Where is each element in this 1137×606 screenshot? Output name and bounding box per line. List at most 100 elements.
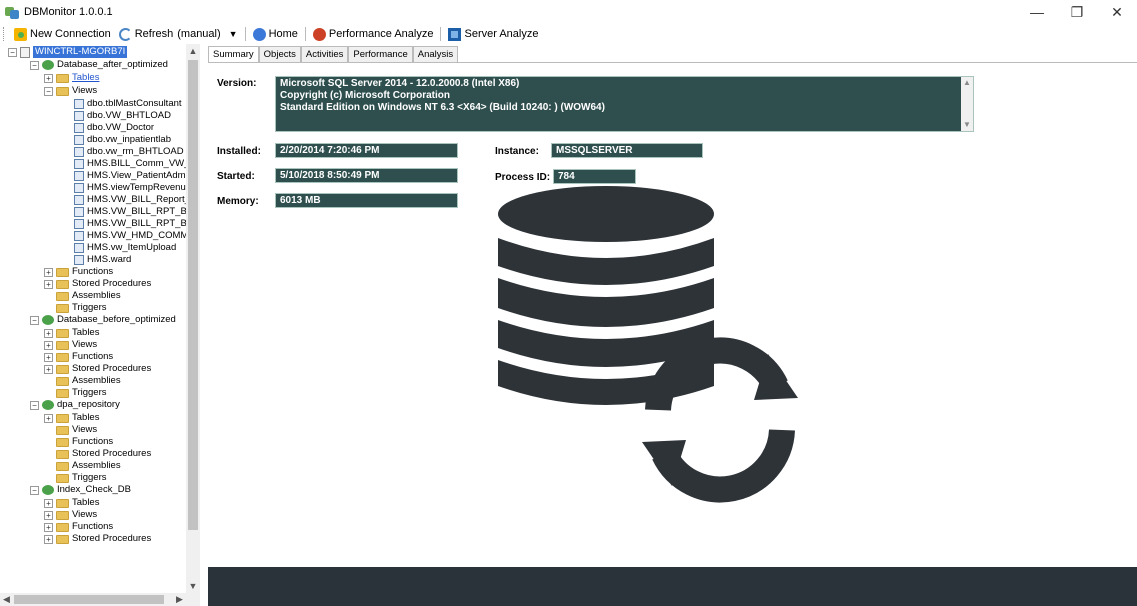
- collapse-icon[interactable]: −: [30, 60, 39, 70]
- tree-node-folder[interactable]: Triggers: [44, 302, 107, 314]
- expand-icon[interactable]: +: [44, 498, 53, 508]
- tree-node-folder[interactable]: + Stored Procedures: [44, 363, 151, 375]
- tree-node-view[interactable]: dbo.vw_rm_BHTLOAD: [74, 146, 184, 158]
- tree-node-folder[interactable]: Assemblies: [44, 290, 121, 302]
- tree-node-folder[interactable]: + Tables: [44, 497, 99, 509]
- server-analyze-button[interactable]: Server Analyze: [444, 25, 542, 43]
- scroll-up-icon[interactable]: ▲: [961, 77, 973, 89]
- tree-node-database[interactable]: − Database_after_optimized: [30, 59, 168, 71]
- expand-icon[interactable]: +: [44, 279, 53, 289]
- tree-node-folder[interactable]: + Tables: [44, 327, 99, 339]
- tree-node-folder[interactable]: + Stored Procedures: [44, 278, 151, 290]
- scroll-right-icon[interactable]: ▶: [173, 593, 186, 606]
- tree-node-view[interactable]: HMS.VW_HMD_COMM: [74, 230, 188, 242]
- expand-icon[interactable]: +: [44, 364, 53, 374]
- version-field[interactable]: Microsoft SQL Server 2014 - 12.0.2000.8 …: [275, 76, 974, 132]
- tree-node-view[interactable]: dbo.vw_inpatientlab: [74, 134, 171, 146]
- home-button[interactable]: Home: [249, 25, 302, 43]
- new-connection-button[interactable]: New Connection: [10, 25, 115, 43]
- tree-node-view[interactable]: HMS.View_PatientAdmis: [74, 170, 192, 182]
- tree-node-view[interactable]: HMS.VW_BILL_Report_: [74, 194, 190, 206]
- scroll-thumb[interactable]: [14, 595, 164, 604]
- tree-node-folder[interactable]: Triggers: [44, 387, 107, 399]
- tree-node-view[interactable]: HMS.vw_ItemUpload: [74, 242, 176, 254]
- tree-node-folder[interactable]: + Views: [44, 339, 97, 351]
- process-id-field[interactable]: 784: [553, 169, 636, 184]
- version-scrollbar[interactable]: ▲ ▼: [961, 77, 973, 131]
- collapse-icon[interactable]: −: [30, 400, 39, 410]
- refresh-button[interactable]: Refresh (manual): [115, 25, 225, 43]
- installed-field[interactable]: 2/20/2014 7:20:46 PM: [275, 143, 458, 158]
- tree-node-label: Functions: [72, 521, 114, 532]
- tab-performance[interactable]: Performance: [348, 46, 413, 62]
- tree-node-folder[interactable]: + Functions: [44, 521, 113, 533]
- tree-node-view[interactable]: HMS.BILL_Comm_VW_: [74, 158, 189, 170]
- started-field[interactable]: 5/10/2018 8:50:49 PM: [275, 168, 458, 183]
- server-analyze-icon: [448, 27, 462, 41]
- tree-vertical-scrollbar[interactable]: ▲ ▼: [186, 44, 200, 593]
- collapse-icon[interactable]: −: [30, 315, 39, 325]
- expand-icon[interactable]: +: [44, 510, 53, 520]
- scroll-down-icon[interactable]: ▼: [186, 579, 200, 593]
- tree-node-folder[interactable]: Stored Procedures: [44, 448, 151, 460]
- restore-button[interactable]: ❐: [1057, 0, 1097, 24]
- server-icon: [20, 46, 30, 58]
- performance-analyze-button[interactable]: Performance Analyze: [309, 25, 438, 43]
- tab-activities[interactable]: Activities: [300, 46, 349, 62]
- tree-node-folder[interactable]: Functions: [44, 436, 113, 448]
- tree-node-folder[interactable]: Assemblies: [44, 375, 121, 387]
- tree-node-folder[interactable]: Assemblies: [44, 460, 121, 472]
- refresh-dropdown-icon[interactable]: ▼: [229, 29, 238, 39]
- tree-node-folder[interactable]: Views: [44, 424, 97, 436]
- expand-icon[interactable]: +: [44, 267, 53, 277]
- expand-icon[interactable]: +: [44, 340, 53, 350]
- instance-label: Instance:: [495, 146, 539, 157]
- expand-icon[interactable]: +: [44, 328, 53, 338]
- scroll-up-icon[interactable]: ▲: [186, 44, 200, 58]
- toolbar-grip[interactable]: [3, 27, 7, 41]
- expand-icon[interactable]: +: [44, 522, 53, 532]
- expand-icon[interactable]: +: [44, 352, 53, 362]
- scroll-left-icon[interactable]: ◀: [0, 593, 13, 606]
- close-button[interactable]: ✕: [1097, 0, 1137, 24]
- scroll-thumb[interactable]: [188, 60, 198, 530]
- tab-analysis[interactable]: Analysis: [412, 46, 459, 62]
- collapse-icon[interactable]: −: [30, 485, 39, 495]
- memory-field[interactable]: 6013 MB: [275, 193, 458, 208]
- tree-node-view[interactable]: dbo.VW_BHTLOAD: [74, 110, 171, 122]
- tree-node-folder[interactable]: − Views: [44, 85, 97, 97]
- tree-node-folder[interactable]: + Functions: [44, 266, 113, 278]
- server-node-label: WINCTRL-MGORB7I: [33, 46, 128, 58]
- collapse-icon[interactable]: −: [44, 86, 53, 96]
- minimize-button[interactable]: —: [1017, 0, 1057, 24]
- tree-node-folder[interactable]: Triggers: [44, 472, 107, 484]
- tree-node-view[interactable]: dbo.tblMastConsultant: [74, 98, 182, 110]
- tree-node-folder[interactable]: + Views: [44, 509, 97, 521]
- expand-icon[interactable]: +: [44, 73, 53, 83]
- object-tree[interactable]: − WINCTRL-MGORB7I − Database_after_optimi…: [0, 44, 200, 593]
- scroll-down-icon[interactable]: ▼: [961, 119, 973, 131]
- tab-summary[interactable]: Summary: [208, 46, 259, 63]
- tree-node-folder[interactable]: + Functions: [44, 351, 113, 363]
- tree-node-view[interactable]: HMS.VW_BILL_RPT_B: [74, 218, 187, 230]
- expand-icon[interactable]: +: [44, 413, 53, 423]
- tree-node-view[interactable]: HMS.ward: [74, 254, 131, 266]
- tree-node-database[interactable]: − dpa_repository: [30, 399, 120, 411]
- collapse-icon[interactable]: −: [8, 47, 17, 57]
- tree-node-folder[interactable]: + Tables: [44, 412, 99, 424]
- tree-node-view[interactable]: HMS.VW_BILL_RPT_B: [74, 206, 187, 218]
- tree-node-folder[interactable]: + Tables: [44, 72, 99, 84]
- tree-node-label: Tables: [72, 412, 100, 423]
- tree-node-view[interactable]: dbo.VW_Doctor: [74, 122, 154, 134]
- tree-node-database[interactable]: − Database_before_optimized: [30, 314, 176, 326]
- expand-icon[interactable]: +: [44, 534, 53, 544]
- instance-field[interactable]: MSSQLSERVER: [551, 143, 703, 158]
- tree-node-database[interactable]: − Index_Check_DB: [30, 484, 131, 496]
- tree-node-folder[interactable]: + Stored Procedures: [44, 533, 151, 545]
- new-connection-icon: [14, 27, 27, 41]
- tree-node-view[interactable]: HMS.viewTempRevenu: [74, 182, 186, 194]
- tab-objects[interactable]: Objects: [258, 46, 301, 62]
- tree-horizontal-scrollbar[interactable]: ◀ ▶: [0, 593, 200, 606]
- toolbar-separator: [440, 27, 442, 41]
- tree-server-node[interactable]: − WINCTRL-MGORB7I: [8, 46, 128, 58]
